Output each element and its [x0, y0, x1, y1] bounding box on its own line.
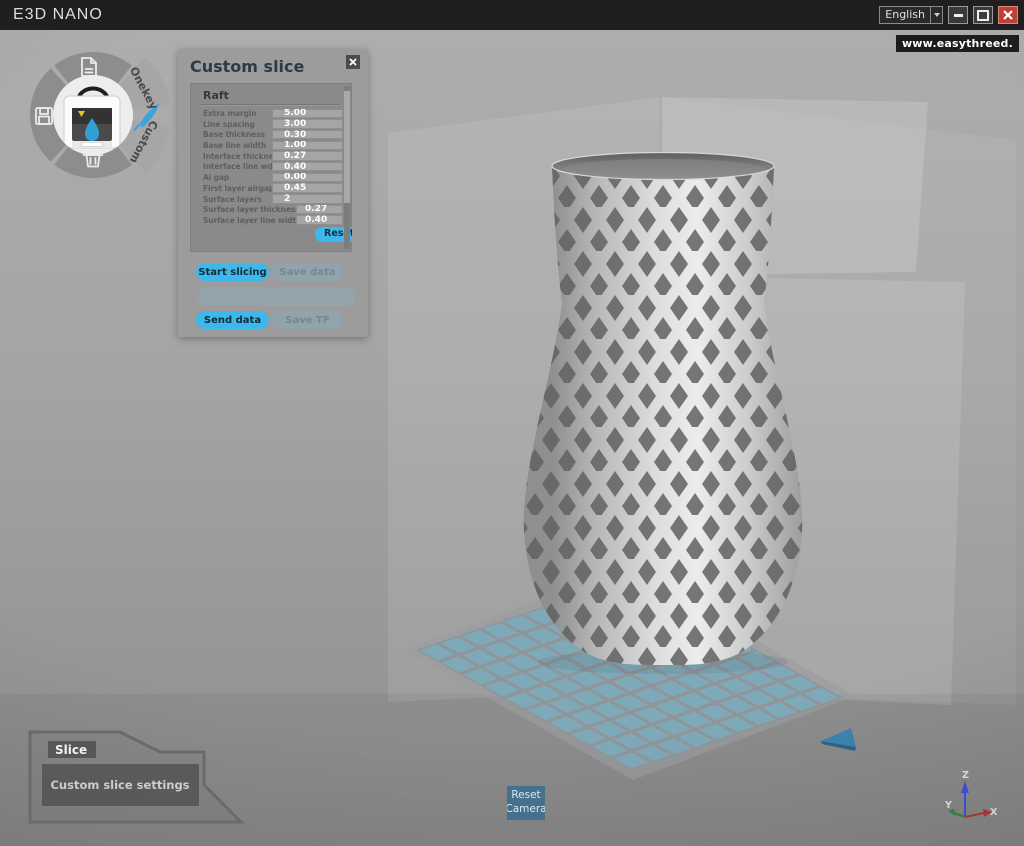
param-value-input[interactable]	[272, 173, 343, 183]
param-label: Surface layer thickness	[203, 205, 300, 214]
param-row: Extra margin	[190, 108, 352, 119]
param-label: First layer airgap	[203, 184, 274, 193]
param-rows: Extra margin Line spacing Base thickness…	[190, 108, 352, 226]
progress-bar	[198, 287, 355, 306]
param-row: Surface layers	[190, 194, 352, 205]
raft-settings-box: Raft Extra margin Line spacing Base thic…	[190, 83, 352, 252]
panel-close-button[interactable]	[346, 55, 360, 69]
minimize-button[interactable]	[948, 6, 968, 24]
param-label: Interface thickness	[203, 152, 282, 161]
close-icon	[349, 58, 357, 66]
close-button[interactable]	[998, 6, 1018, 24]
printer-preview[interactable]	[53, 75, 133, 155]
save-tf-button[interactable]: Save TF	[272, 311, 343, 329]
param-value-input[interactable]	[272, 119, 343, 129]
param-row: Interface line wdith	[190, 161, 352, 172]
language-dropdown[interactable]: English	[879, 7, 943, 23]
ring-tool-widget: Onekey Custom	[20, 42, 178, 192]
app-title: E3D NANO	[13, 6, 103, 24]
param-label: Surface layers	[203, 195, 262, 204]
save-data-button[interactable]: Save data	[272, 263, 343, 281]
close-icon	[1003, 10, 1013, 20]
param-value-input[interactable]	[272, 151, 343, 161]
maximize-button[interactable]	[973, 6, 993, 24]
param-row: Line spacing	[190, 119, 352, 130]
param-label: Ai gap	[203, 173, 229, 182]
language-value[interactable]: English	[879, 6, 931, 24]
param-value-input[interactable]	[272, 109, 343, 119]
param-label: Base thickness	[203, 130, 265, 139]
param-label: Base line width	[203, 141, 266, 150]
param-label: Surface layer line width	[203, 216, 301, 225]
param-label: Line spacing	[203, 120, 255, 129]
scrollbar[interactable]	[344, 86, 350, 249]
param-value-input[interactable]	[272, 194, 343, 204]
param-row: Surface layer line width	[190, 215, 352, 226]
param-value-input[interactable]	[272, 162, 343, 172]
z-axis-label: Z	[962, 770, 969, 781]
section-divider	[200, 104, 340, 106]
custom-slice-panel: Custom slice Raft Extra margin Line spac…	[178, 49, 368, 337]
param-value-input[interactable]	[272, 183, 343, 193]
custom-slice-settings-label[interactable]: Custom slice settings	[50, 778, 189, 792]
y-axis-label: Y	[944, 800, 952, 811]
param-label: Extra margin	[203, 109, 257, 118]
param-value-input[interactable]	[296, 205, 343, 215]
send-data-button[interactable]: Send data	[196, 311, 269, 329]
param-value-input[interactable]	[272, 141, 343, 151]
section-title: Raft	[203, 89, 229, 102]
start-slicing-button[interactable]: Start slicing	[196, 263, 269, 281]
param-row: Ai gap	[190, 172, 352, 183]
param-row: First layer airgap	[190, 183, 352, 194]
param-value-input[interactable]	[296, 215, 343, 225]
param-row: Base line width	[190, 140, 352, 151]
panel-title: Custom slice	[190, 57, 304, 76]
printer-label	[82, 143, 102, 147]
titlebar: E3D NANO English	[0, 0, 1024, 30]
slice-tab-panel: Slice Custom slice settings	[18, 725, 250, 827]
slice-title: Slice	[55, 743, 87, 757]
chevron-down-icon[interactable]	[931, 6, 943, 24]
scrollbar-thumb[interactable]	[344, 91, 350, 203]
website-badge: www.easythreed.	[896, 35, 1019, 52]
x-axis-label: X	[990, 807, 998, 818]
param-value-input[interactable]	[272, 130, 343, 140]
reset-camera-button[interactable]: Reset Camera	[507, 786, 545, 820]
param-row: Base thickness	[190, 129, 352, 140]
param-row: Interface thickness	[190, 151, 352, 162]
param-row: Surface layer thickness	[190, 204, 352, 215]
